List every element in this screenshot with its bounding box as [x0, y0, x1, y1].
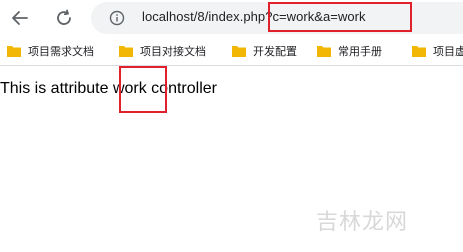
bookmark-label: 项目虚 — [433, 46, 463, 58]
watermark: 吉林龙网 — [316, 209, 409, 234]
bookmark-item[interactable]: 常用手册 — [316, 42, 382, 60]
browser-toolbar: localhost/8/index.php?c=work&a=work — [0, 0, 463, 36]
folder-icon — [317, 46, 331, 57]
bookmark-label: 常用手册 — [338, 46, 382, 58]
bookmarks-bar: 项目需求文档 项目对接文档 开发配置 常用手册 项目虚 — [0, 36, 463, 66]
folder-icon — [119, 46, 133, 57]
folder-icon — [7, 46, 21, 57]
folder-icon — [232, 46, 246, 57]
reload-icon — [57, 9, 71, 25]
back-button[interactable] — [8, 6, 32, 30]
bookmark-item[interactable]: 项目虚 — [411, 42, 463, 60]
url-annotation-box — [268, 2, 412, 32]
bookmark-label: 开发配置 — [253, 46, 297, 58]
info-icon[interactable] — [109, 10, 125, 26]
bookmark-item[interactable]: 项目对接文档 — [118, 42, 206, 60]
arrow-left-icon — [12, 11, 28, 25]
folder-icon — [412, 46, 426, 57]
text-before: This is attribute — [0, 80, 113, 97]
bookmark-label: 项目需求文档 — [28, 46, 94, 58]
bookmark-item[interactable]: 开发配置 — [231, 42, 297, 60]
reload-button[interactable] — [52, 6, 76, 30]
bookmark-item[interactable]: 项目需求文档 — [6, 42, 94, 60]
page-body-text: This is attribute work controller — [0, 80, 217, 98]
bookmark-label: 项目对接文档 — [140, 46, 206, 58]
word-annotation-box — [119, 66, 167, 113]
